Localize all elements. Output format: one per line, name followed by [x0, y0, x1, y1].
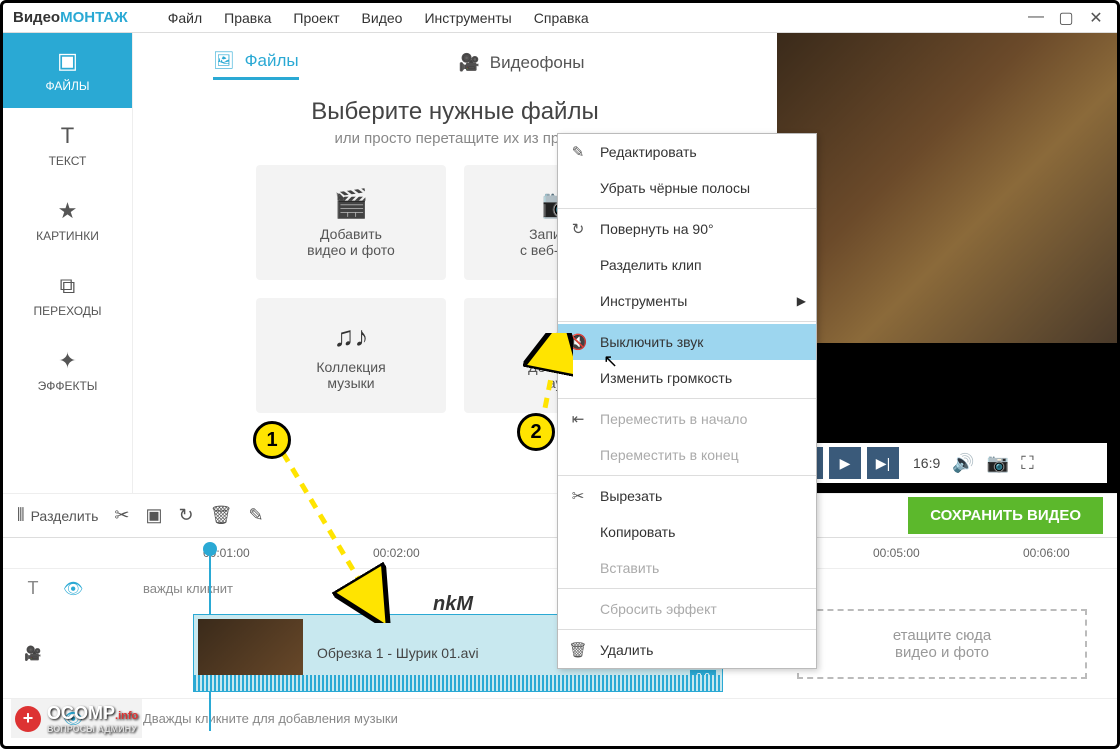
close-button[interactable]: ✕ — [1085, 8, 1107, 28]
card-music[interactable]: ♫♪Коллекциямузыки — [256, 298, 446, 413]
edit-button[interactable]: ✎ — [248, 505, 263, 526]
playhead[interactable] — [203, 542, 217, 556]
transition-icon: ⧉ — [60, 273, 76, 299]
visibility-icon[interactable]: 👁 — [63, 579, 103, 599]
aspect-ratio: 16:9 — [913, 455, 940, 471]
dropzone[interactable]: етащите сюдавидео и фото — [797, 609, 1087, 679]
maximize-button[interactable]: ▢ — [1055, 8, 1077, 28]
next-button[interactable]: ▶| — [867, 447, 899, 479]
rotate-button[interactable]: ↻ — [178, 505, 193, 526]
tab-files[interactable]: 🖼Файлы — [213, 51, 299, 80]
preview-frame — [777, 33, 1117, 343]
ctx-split[interactable]: Разделить клип — [558, 247, 816, 283]
save-video-button[interactable]: СОХРАНИТЬ ВИДЕО — [908, 497, 1103, 534]
ctx-edit[interactable]: ✎Редактировать — [558, 134, 816, 170]
ctx-paste[interactable]: Вставить — [558, 550, 816, 586]
camera-icon: 🎥 — [459, 53, 480, 73]
sidebar-item-files[interactable]: ▣ФАЙЛЫ▸ — [3, 33, 132, 108]
ctx-rotate[interactable]: ↻Повернуть на 90° — [558, 211, 816, 247]
annotation-badge-2: 2 — [517, 413, 555, 451]
ctx-tools[interactable]: Инструменты▶ — [558, 283, 816, 319]
ctx-move-end[interactable]: Переместить в конец — [558, 437, 816, 473]
card-add-video[interactable]: 🎬Добавитьвидео и фото — [256, 165, 446, 280]
menu-tools[interactable]: Инструменты — [424, 10, 511, 26]
menu-project[interactable]: Проект — [293, 10, 339, 26]
ctx-cut[interactable]: ✂Вырезать — [558, 478, 816, 514]
sidebar: ▣ФАЙЛЫ▸ TТЕКСТ ★КАРТИНКИ ⧉ПЕРЕХОДЫ ✦ЭФФЕ… — [3, 33, 133, 493]
preview-panel: |◀ ▶ ▶| 16:9 🔊 📷 ⛶ — [777, 33, 1117, 493]
play-button[interactable]: ▶ — [829, 447, 861, 479]
music-icon: ♫♪ — [334, 321, 369, 353]
picture-icon: 🖼 — [213, 51, 235, 71]
sidebar-item-pictures[interactable]: ★КАРТИНКИ — [3, 183, 132, 258]
text-track-icon: T — [3, 578, 63, 599]
scissors-icon: ✂ — [568, 487, 588, 505]
music-track-hint[interactable]: Дважды кликните для добавления музыки — [103, 711, 1117, 726]
sidebar-item-text[interactable]: TТЕКСТ — [3, 108, 132, 183]
minimize-button[interactable]: — — [1025, 8, 1047, 28]
app-logo: ВидеоМОНТАЖ — [13, 9, 128, 26]
annotation-badge-1: 1 — [253, 421, 291, 459]
menu-bar: Файл Правка Проект Видео Инструменты Спр… — [168, 10, 589, 26]
move-start-icon: ⇤ — [568, 410, 588, 428]
text-icon: T — [61, 123, 74, 149]
split-icon: ⫴ — [17, 505, 25, 526]
crop-button[interactable]: ▣ — [145, 505, 162, 526]
image-icon: ▣ — [57, 48, 78, 74]
tab-backgrounds[interactable]: 🎥Видеофоны — [459, 51, 585, 80]
fullscreen-icon[interactable]: ⛶ — [1021, 453, 1034, 474]
menu-edit[interactable]: Правка — [224, 10, 271, 26]
wand-icon: ✦ — [58, 348, 76, 374]
delete-button[interactable]: 🗑 — [210, 505, 233, 526]
ctx-volume[interactable]: Изменить громкость — [558, 360, 816, 396]
split-button[interactable]: ⫴Разделить — [17, 505, 98, 526]
sidebar-item-effects[interactable]: ✦ЭФФЕКТЫ — [3, 333, 132, 408]
film-icon: 🎬 — [334, 187, 369, 220]
sidebar-item-transitions[interactable]: ⧉ПЕРЕХОДЫ — [3, 258, 132, 333]
watermark: + OCOMP.infoВОПРОСЫ АДМИНУ — [11, 699, 142, 738]
ctx-move-start[interactable]: ⇤Переместить в начало — [558, 401, 816, 437]
trash-icon: 🗑 — [568, 641, 588, 659]
mute-icon: 🔇 — [568, 333, 588, 351]
menu-help[interactable]: Справка — [534, 10, 589, 26]
volume-icon[interactable]: 🔊 — [952, 453, 974, 474]
ctx-reset-effect[interactable]: Сбросить эффект — [558, 591, 816, 627]
snapshot-icon[interactable]: 📷 — [987, 453, 1009, 474]
context-menu: ✎Редактировать Убрать чёрные полосы ↻Пов… — [557, 133, 817, 669]
menu-file[interactable]: Файл — [168, 10, 202, 26]
cursor-icon: ↖ — [603, 351, 618, 372]
prompt-title: Выберите нужные файлы — [153, 98, 757, 126]
clip-name: Обрезка 1 - Шурик 01.avi — [317, 645, 479, 661]
menu-video[interactable]: Видео — [362, 10, 403, 26]
ctx-copy[interactable]: Копировать — [558, 514, 816, 550]
cut-button[interactable]: ✂ — [114, 505, 129, 526]
video-track-icon: 🎥 — [3, 645, 63, 662]
pencil-icon: ✎ — [568, 143, 588, 161]
clip-waveform — [194, 675, 722, 691]
annotation-text: nkM — [433, 593, 473, 616]
rotate-icon: ↻ — [568, 220, 588, 238]
star-icon: ★ — [58, 198, 78, 224]
ctx-remove-bars[interactable]: Убрать чёрные полосы — [558, 170, 816, 206]
ctx-mute[interactable]: 🔇Выключить звук — [558, 324, 816, 360]
ctx-delete[interactable]: 🗑Удалить — [558, 632, 816, 668]
